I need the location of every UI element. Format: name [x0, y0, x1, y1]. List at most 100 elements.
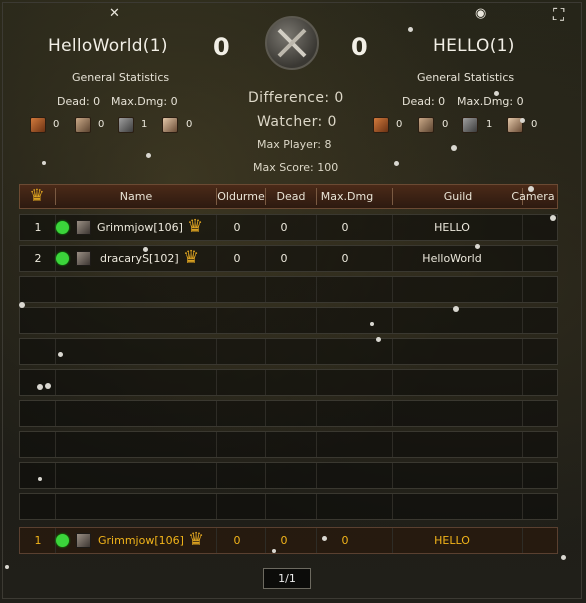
- snow-particle: [408, 27, 413, 32]
- snow-particle: [42, 161, 46, 165]
- snow-particle: [370, 322, 374, 326]
- row-rank: 1: [34, 221, 42, 234]
- eye-icon: ◉: [475, 6, 487, 21]
- header-guild[interactable]: Guild: [393, 185, 523, 208]
- snow-particle: [376, 337, 381, 342]
- sura-class-icon: [462, 117, 478, 133]
- table-row-empty: [19, 307, 558, 334]
- snow-particle: [58, 352, 63, 357]
- table-row-empty: [19, 338, 558, 365]
- sura-class-icon: [118, 117, 134, 133]
- assassin-class-icon: [418, 117, 434, 133]
- watcher-text: Watcher: 0: [257, 114, 337, 130]
- class-count: 0: [442, 119, 449, 130]
- team-left-score: 0: [213, 33, 230, 61]
- table-row-empty: [19, 400, 558, 427]
- row-oldurme: 0: [233, 534, 241, 547]
- fullscreen-icon[interactable]: ⛶: [553, 5, 564, 25]
- avatar: [76, 220, 91, 235]
- snow-particle: [494, 91, 499, 96]
- team-right-maxdmg: Max.Dmg: 0: [457, 95, 524, 108]
- team-left-stats-title: General Statistics: [72, 71, 170, 84]
- avatar: [76, 533, 91, 548]
- class-count: 0: [396, 119, 403, 130]
- class-count: 0: [531, 119, 538, 130]
- header-dead[interactable]: Dead: [266, 185, 316, 208]
- snow-particle: [45, 383, 51, 389]
- row-maxdmg: 0: [341, 252, 349, 265]
- snow-particle: [561, 555, 566, 560]
- class-count: 0: [53, 119, 60, 130]
- row-guild: HelloWorld: [422, 252, 482, 265]
- table-row-empty: [19, 462, 558, 489]
- team-right-name: HELLO(1): [433, 36, 515, 56]
- row-name[interactable]: dracaryS[102]: [100, 246, 179, 271]
- shaman-class-icon: [162, 117, 178, 133]
- pagination-indicator[interactable]: 1/1: [263, 568, 311, 589]
- team-right-score: 0: [351, 33, 368, 61]
- crossed-swords-emblem-icon: [265, 16, 319, 70]
- crown-icon: ♛: [188, 529, 205, 550]
- online-status-icon: [56, 252, 69, 265]
- team-left-dead: Dead: 0: [57, 95, 101, 108]
- row-name[interactable]: Grimmjow[106]: [98, 528, 184, 553]
- class-count: 1: [486, 119, 493, 130]
- team-right-stats-title: General Statistics: [417, 71, 515, 84]
- snow-particle: [520, 118, 525, 123]
- snow-particle: [475, 244, 480, 249]
- table-row-empty: [19, 493, 558, 520]
- snow-particle: [451, 145, 457, 151]
- warrior-class-icon: [373, 117, 389, 133]
- snow-particle: [322, 536, 327, 541]
- row-guild: HELLO: [434, 534, 470, 547]
- table-header: ♛ Name Oldurme Dead Max.Dmg Guild Camera: [19, 184, 558, 209]
- header-maxdmg[interactable]: Max.Dmg: [317, 185, 377, 208]
- snow-particle: [272, 549, 276, 553]
- row-oldurme: 0: [233, 252, 241, 265]
- table-row[interactable]: 1 Grimmjow[106] ♛ 0 0 0 HELLO: [19, 214, 558, 241]
- row-guild: HELLO: [434, 221, 470, 234]
- assassin-class-icon: [75, 117, 91, 133]
- row-rank: 1: [34, 534, 42, 547]
- snow-particle: [19, 302, 25, 308]
- max-score-text: Max Score: 100: [253, 161, 339, 174]
- warrior-class-icon: [30, 117, 46, 133]
- online-status-icon: [56, 534, 69, 547]
- class-count: 0: [186, 119, 193, 130]
- max-player-text: Max Player: 8: [257, 138, 332, 151]
- snow-particle: [528, 186, 534, 192]
- row-dead: 0: [280, 252, 288, 265]
- row-rank: 2: [34, 252, 42, 265]
- team-left-name: HelloWorld(1): [48, 36, 168, 56]
- crown-icon: ♛: [183, 247, 200, 268]
- table-row[interactable]: 2 dracaryS[102] ♛ 0 0 0 HelloWorld: [19, 245, 558, 272]
- snow-particle: [146, 153, 151, 158]
- snow-particle: [38, 477, 42, 481]
- row-maxdmg: 0: [341, 221, 349, 234]
- table-row-empty: [19, 369, 558, 396]
- axes-emblem-icon: ✕: [109, 6, 120, 21]
- snow-particle: [37, 384, 43, 390]
- snow-particle: [394, 161, 399, 166]
- snow-particle: [453, 306, 459, 312]
- table-row-empty: [19, 276, 558, 303]
- header-name[interactable]: Name: [56, 185, 216, 208]
- snow-particle: [550, 215, 556, 221]
- row-oldurme: 0: [233, 221, 241, 234]
- team-left-maxdmg: Max.Dmg: 0: [111, 95, 178, 108]
- class-count: 1: [141, 119, 148, 130]
- header-oldurme[interactable]: Oldurme: [217, 185, 265, 208]
- class-count: 0: [98, 119, 105, 130]
- row-dead: 0: [280, 221, 288, 234]
- self-row[interactable]: 1 Grimmjow[106] ♛ 0 0 0 HELLO: [19, 527, 558, 554]
- snow-particle: [5, 565, 9, 569]
- row-name[interactable]: Grimmjow[106]: [97, 215, 183, 240]
- avatar: [76, 251, 91, 266]
- difference-text: Difference: 0: [248, 90, 344, 106]
- crown-icon: ♛: [187, 216, 204, 237]
- crown-icon: ♛: [29, 186, 45, 206]
- snow-particle: [143, 247, 148, 252]
- table-row-empty: [19, 431, 558, 458]
- online-status-icon: [56, 221, 69, 234]
- team-right-dead: Dead: 0: [402, 95, 446, 108]
